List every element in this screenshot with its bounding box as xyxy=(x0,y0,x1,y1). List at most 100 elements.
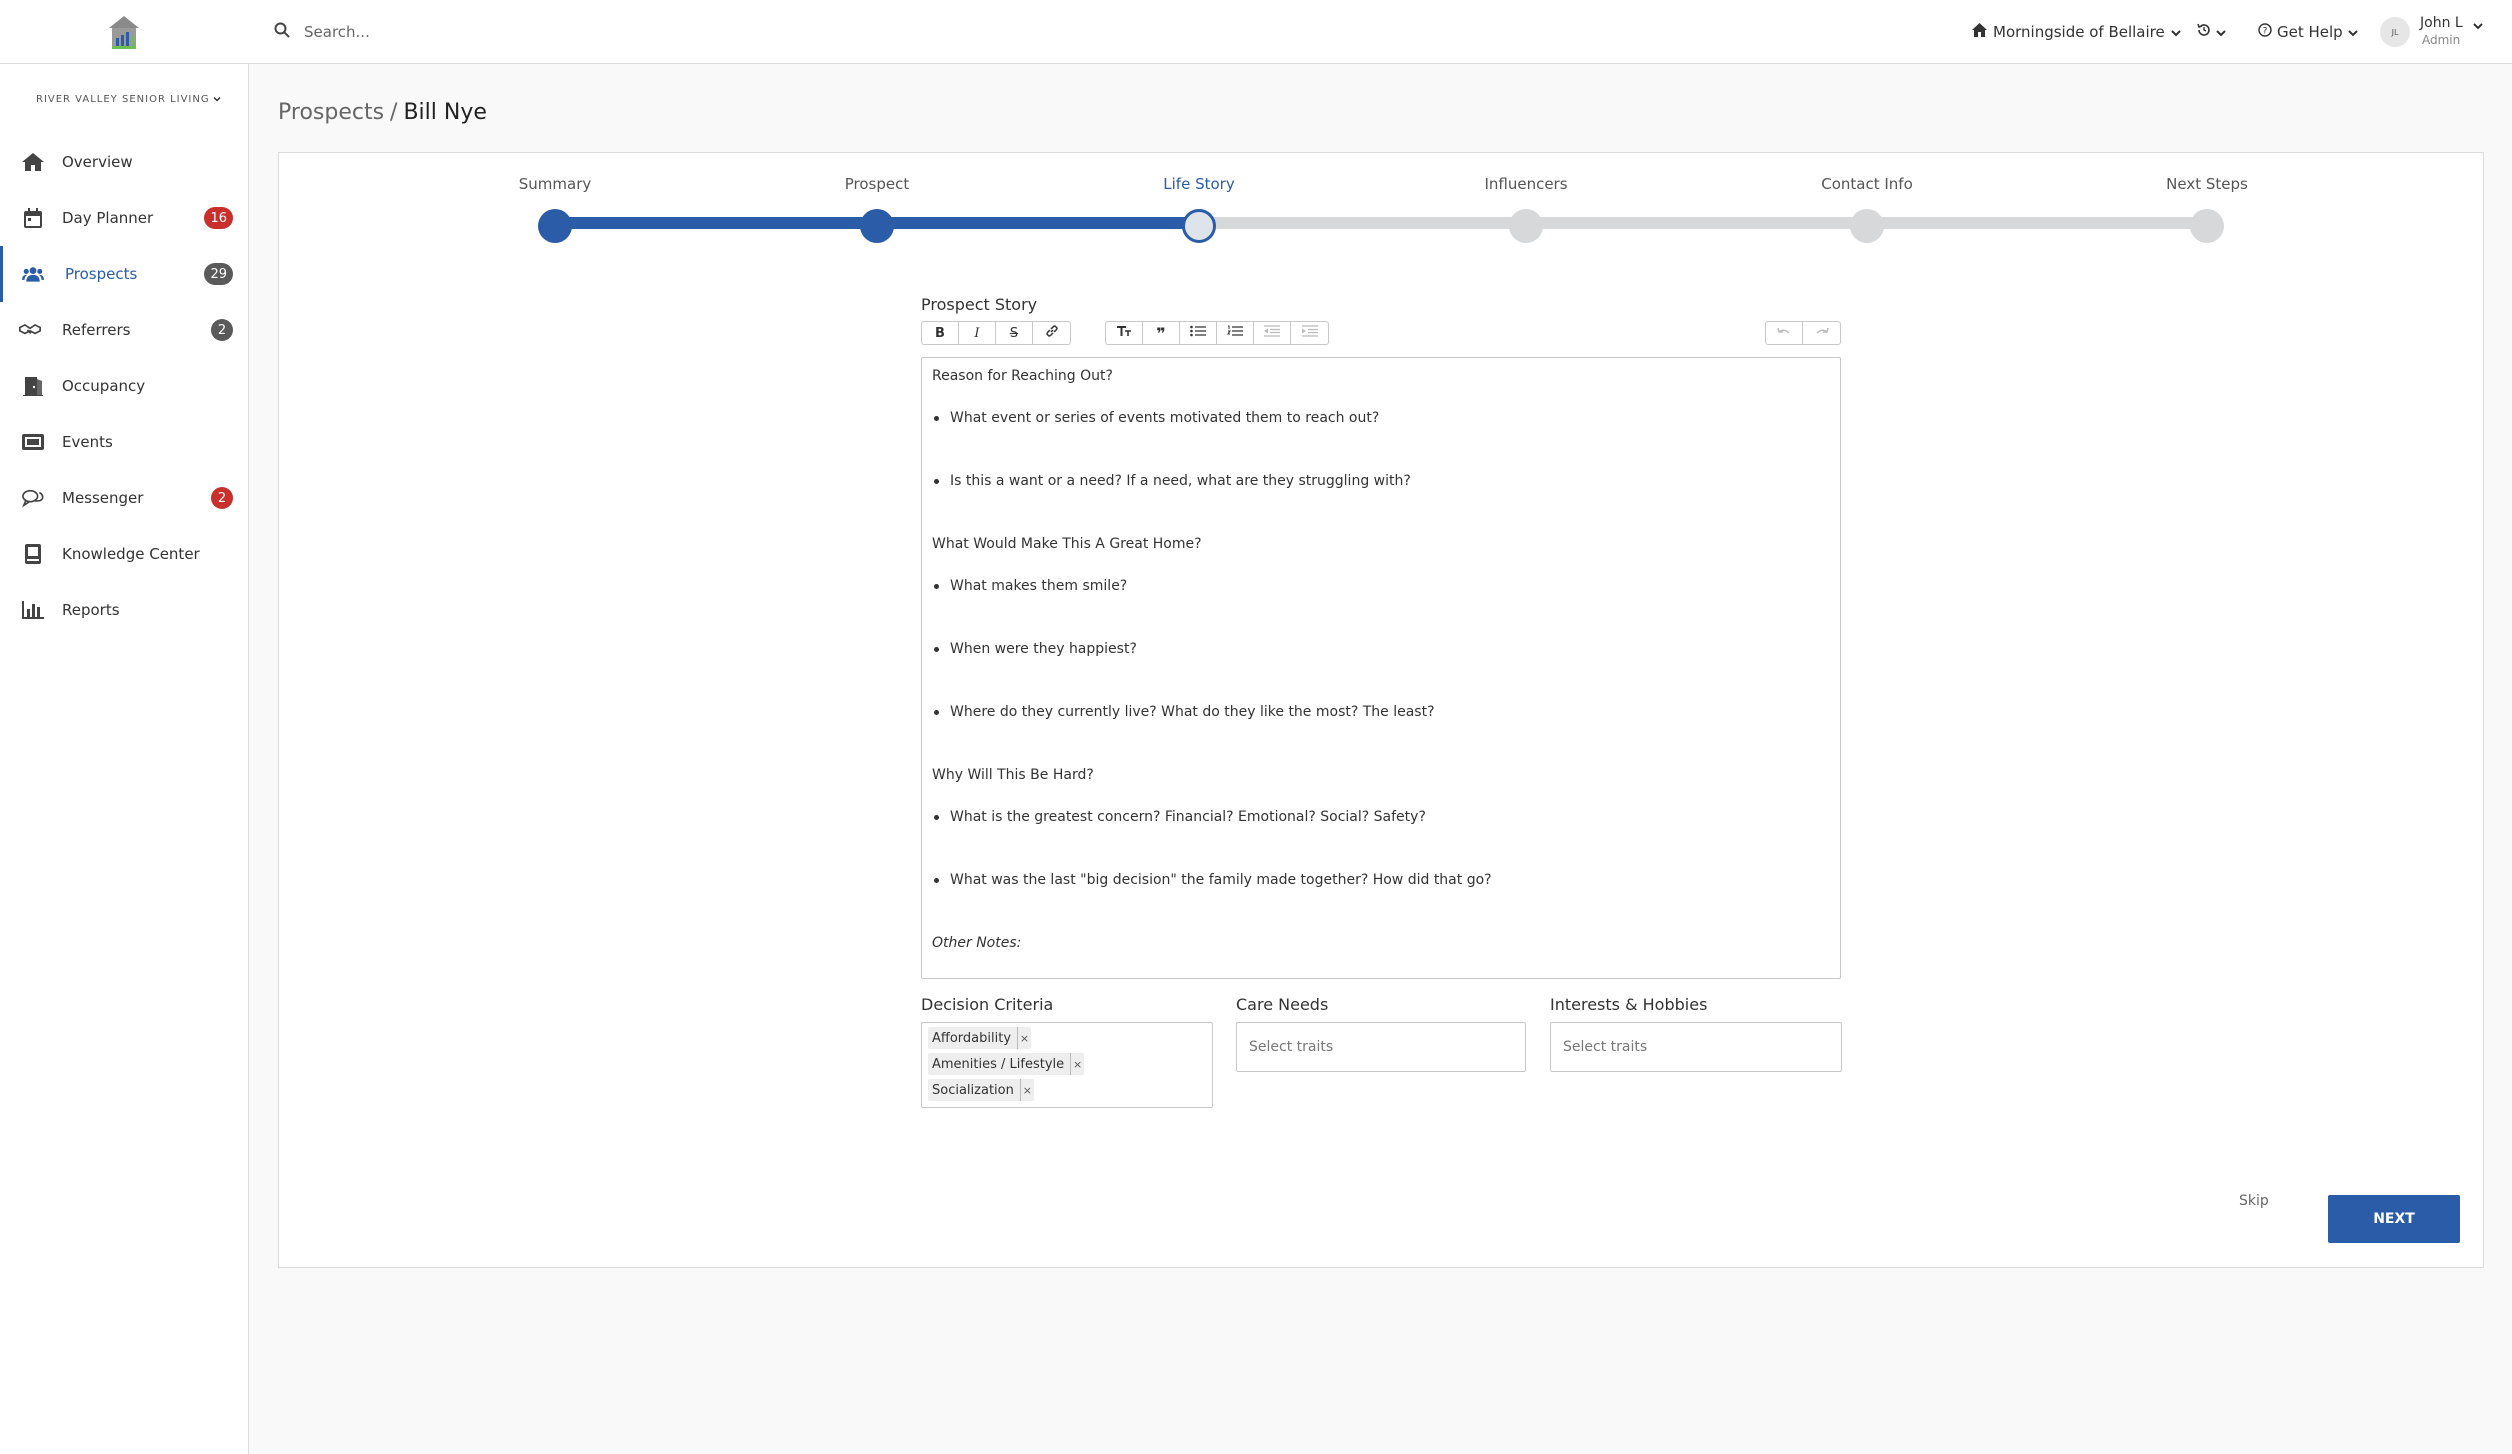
redo-icon xyxy=(1815,326,1829,341)
sidebar-item-messenger[interactable]: Messenger 2 xyxy=(0,470,249,526)
sidebar-nav: Overview Day Planner 16 Prospects 29 Ref… xyxy=(0,134,249,638)
strikethrough-button[interactable]: S xyxy=(996,322,1033,344)
life-story-card: Summary Prospect Life Story Influencers … xyxy=(278,152,2484,1268)
sidebar-item-occupancy[interactable]: Occupancy xyxy=(0,358,249,414)
numbered-list-button[interactable] xyxy=(1217,322,1254,344)
link-icon xyxy=(1045,324,1059,342)
bar-chart-icon xyxy=(22,600,44,620)
tag-label: Socialization xyxy=(932,1082,1014,1098)
quote-icon: ❞ xyxy=(1156,323,1166,343)
sidebar-item-reports[interactable]: Reports xyxy=(0,582,249,638)
editor-bullet: What event or series of events motivated… xyxy=(932,408,1830,429)
care-needs-field[interactable]: Select traits xyxy=(1236,1022,1526,1072)
chevron-down-icon xyxy=(2347,23,2358,41)
user-menu[interactable]: JL John L Admin xyxy=(2380,14,2483,50)
undo-button[interactable] xyxy=(1766,322,1803,344)
outdent-button[interactable] xyxy=(1254,322,1291,344)
chevron-down-icon xyxy=(2472,16,2483,34)
step-influencers[interactable]: Influencers xyxy=(1426,175,1626,243)
interests-hobbies-field[interactable]: Select traits xyxy=(1550,1022,1842,1072)
bold-button[interactable]: B xyxy=(922,322,959,344)
history-icon xyxy=(2196,22,2212,42)
editor-heading: Why Will This Be Hard? xyxy=(932,767,1094,783)
heading-button[interactable] xyxy=(1106,322,1143,344)
tag-socialization: Socialization × xyxy=(928,1079,1034,1101)
quote-button[interactable]: ❞ xyxy=(1143,322,1180,344)
block-group: ❞ xyxy=(1105,321,1329,345)
bullet-list-icon xyxy=(1190,325,1206,341)
close-icon[interactable]: × xyxy=(1070,1053,1084,1075)
next-button[interactable]: NEXT xyxy=(2328,1195,2460,1243)
step-dot xyxy=(860,209,894,243)
step-label: Next Steps xyxy=(2166,175,2248,193)
sidebar-item-overview[interactable]: Overview xyxy=(0,134,249,190)
history-group xyxy=(1765,321,1841,345)
step-contact-info[interactable]: Contact Info xyxy=(1767,175,1967,243)
decision-criteria-field[interactable]: Affordability × Amenities / Lifestyle × … xyxy=(921,1022,1213,1108)
question-icon: ? xyxy=(2258,23,2272,41)
chat-icon xyxy=(22,488,44,508)
tag-label: Amenities / Lifestyle xyxy=(932,1056,1065,1072)
breadcrumb-prospects-link[interactable]: Prospects xyxy=(278,100,384,125)
community-name: Morningside of Bellaire xyxy=(1993,23,2165,41)
step-summary[interactable]: Summary xyxy=(455,175,655,243)
indent-button[interactable] xyxy=(1291,322,1328,344)
help-menu[interactable]: ? Get Help xyxy=(2258,14,2358,50)
sidebar-item-label: Day Planner xyxy=(62,209,154,227)
breadcrumb-separator: / xyxy=(390,100,398,125)
prospect-story-editor[interactable]: Reason for Reaching Out? What event or s… xyxy=(921,357,1841,979)
step-dot xyxy=(538,209,572,243)
editor-heading: Reason for Reaching Out? xyxy=(932,368,1113,384)
skip-button[interactable]: Skip xyxy=(2239,1193,2269,1209)
link-button[interactable] xyxy=(1033,322,1070,344)
redo-button[interactable] xyxy=(1803,322,1840,344)
interests-hobbies-placeholder: Select traits xyxy=(1563,1039,1648,1055)
italic-button[interactable]: I xyxy=(959,322,996,344)
undo-icon xyxy=(1777,326,1791,341)
bullet-list-button[interactable] xyxy=(1180,322,1217,344)
sidebar-item-events[interactable]: Events xyxy=(0,414,249,470)
chevron-down-icon xyxy=(213,94,221,105)
editor-bullet: What makes them smile? xyxy=(932,576,1830,597)
step-dot xyxy=(2190,209,2224,243)
search-input[interactable]: Search... xyxy=(304,23,370,41)
step-prospect[interactable]: Prospect xyxy=(777,175,977,243)
sidebar-item-label: Prospects xyxy=(65,265,138,283)
editor-bullet-text: What was the last "big decision" the fam… xyxy=(950,872,1492,888)
sidebar-item-day-planner[interactable]: Day Planner 16 xyxy=(0,190,249,246)
close-icon[interactable]: × xyxy=(1019,1079,1034,1101)
decision-criteria-label: Decision Criteria xyxy=(921,995,1054,1014)
italic-icon: I xyxy=(974,325,980,341)
logo[interactable] xyxy=(106,14,142,50)
editor-bullet: When were they happiest? xyxy=(932,639,1830,660)
step-next-steps[interactable]: Next Steps xyxy=(2107,175,2307,243)
notification-badge: 16 xyxy=(204,207,233,229)
editor-bullet: What is the greatest concern? Financial?… xyxy=(932,807,1830,828)
step-dot xyxy=(1850,209,1884,243)
community-selector[interactable]: Morningside of Bellaire xyxy=(1972,14,2181,50)
door-icon xyxy=(22,376,44,396)
breadcrumb-current: Bill Nye xyxy=(403,100,487,125)
book-icon xyxy=(22,544,44,564)
editor-bullet-text: What makes them smile? xyxy=(950,578,1128,594)
history-button[interactable] xyxy=(2196,14,2226,50)
editor-heading: What Would Make This A Great Home? xyxy=(932,536,1202,552)
sidebar-item-knowledge-center[interactable]: Knowledge Center xyxy=(0,526,249,582)
search-bar[interactable]: Search... xyxy=(274,18,370,46)
step-label: Influencers xyxy=(1484,175,1568,193)
calendar-icon xyxy=(22,208,44,228)
sidebar-item-label: Reports xyxy=(62,601,120,619)
close-icon[interactable]: × xyxy=(1017,1027,1031,1049)
editor-toolbar: B I S ❞ xyxy=(921,321,1841,345)
sidebar-item-label: Occupancy xyxy=(62,377,146,395)
avatar: JL xyxy=(2380,17,2410,47)
step-life-story[interactable]: Life Story xyxy=(1099,175,1299,243)
org-selector[interactable]: RIVER VALLEY SENIOR LIVING xyxy=(36,94,221,105)
notification-badge: 2 xyxy=(211,487,233,509)
step-dot xyxy=(1182,209,1216,243)
sidebar-item-prospects[interactable]: Prospects 29 xyxy=(0,246,249,302)
sidebar-item-label: Referrers xyxy=(62,321,131,339)
svg-text:?: ? xyxy=(2263,27,2268,37)
sidebar-item-referrers[interactable]: Referrers 2 xyxy=(0,302,249,358)
sidebar-item-label: Events xyxy=(62,433,113,451)
